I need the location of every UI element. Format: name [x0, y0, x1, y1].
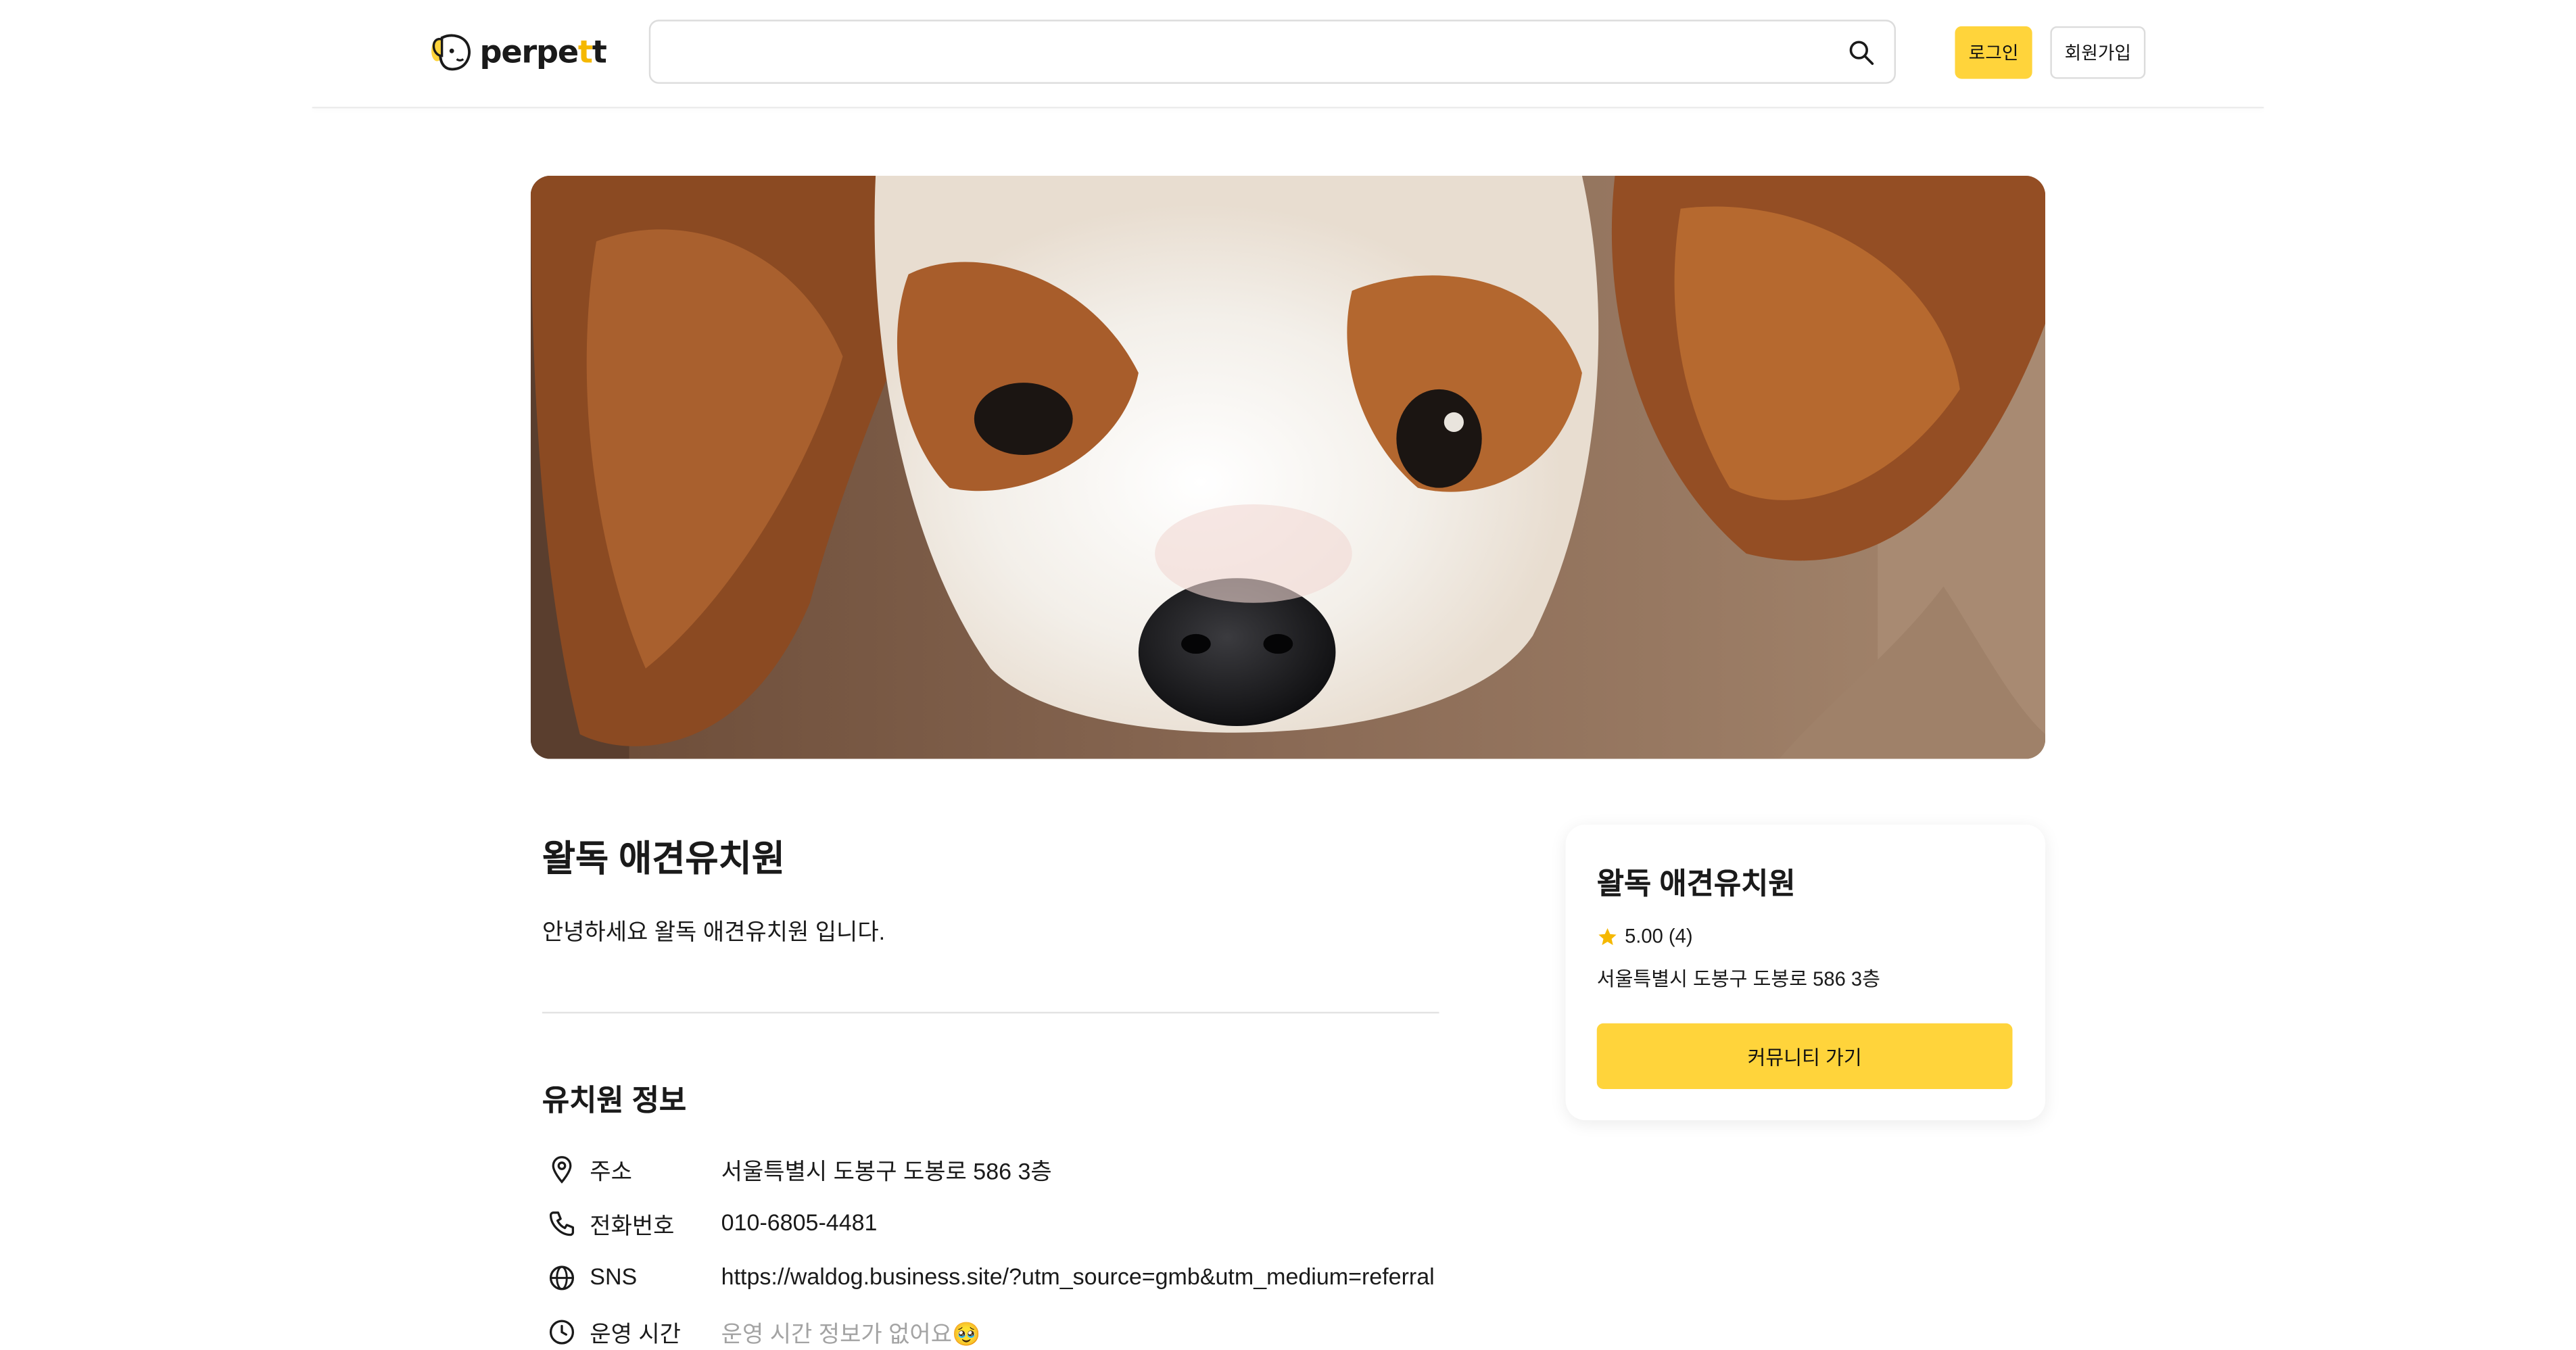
- header-divider: [312, 106, 2264, 109]
- clock-icon: [549, 1320, 575, 1345]
- sns-label: SNS: [590, 1263, 638, 1290]
- dog-face-logo-icon: [431, 34, 471, 71]
- signup-button[interactable]: 회원가입: [2050, 26, 2146, 79]
- logo-text: perpett: [479, 34, 607, 71]
- location-pin-icon: [552, 1156, 572, 1184]
- section-divider: [542, 1011, 1439, 1014]
- puppy-photo: [530, 175, 2046, 759]
- go-to-community-button[interactable]: 커뮤니티 가기: [1596, 1023, 2013, 1089]
- rating-value: 5.00 (4): [1625, 924, 1693, 948]
- card-title: 왈독 애견유치원: [1596, 867, 1796, 900]
- phone-value: 010-6805-4481: [721, 1209, 878, 1236]
- search-icon[interactable]: [1846, 38, 1876, 68]
- card-address: 서울특별시 도봉구 도봉로 586 3층: [1596, 967, 1880, 991]
- page: perpett 로그인 회원가입 왈독 애견유치원 안녕하세요 왈독 애견유치원…: [0, 0, 2576, 1347]
- globe-icon: [549, 1265, 575, 1291]
- rating: 5.00 (4): [1597, 925, 1693, 948]
- phone-label: 전화번호: [590, 1212, 675, 1239]
- sns-link[interactable]: https://waldog.business.site/?utm_source…: [721, 1263, 1435, 1290]
- search-bar[interactable]: [648, 20, 1896, 86]
- info-row-address: 주소 서울특별시 도봉구 도봉로 586 3층: [547, 1153, 1052, 1186]
- info-row-sns: SNS https://waldog.business.site/?utm_so…: [547, 1261, 1435, 1295]
- star-icon: [1598, 927, 1617, 944]
- description-text: 안녕하세요 왈독 애견유치원 입니다.: [542, 918, 886, 945]
- page-title: 왈독 애견유치원: [542, 838, 785, 879]
- login-button[interactable]: 로그인: [1955, 26, 2032, 79]
- phone-icon: [549, 1211, 575, 1236]
- search-input[interactable]: [667, 21, 1824, 86]
- address-label: 주소: [590, 1158, 632, 1184]
- info-row-hours: 운영 시간 운영 시간 정보가 없어요🥹: [547, 1316, 980, 1349]
- hero-image: [530, 175, 2046, 759]
- top-header: perpett 로그인 회원가입: [0, 0, 2576, 109]
- summary-card: 왈독 애견유치원 5.00 (4) 서울특별시 도봉구 도봉로 586 3층 커…: [1565, 824, 2046, 1121]
- info-row-phone: 전화번호 010-6805-4481: [547, 1207, 877, 1240]
- address-value: 서울특별시 도봉구 도봉로 586 3층: [721, 1158, 1052, 1184]
- logo[interactable]: perpett: [429, 31, 607, 74]
- section-title: 유치원 정보: [542, 1084, 687, 1117]
